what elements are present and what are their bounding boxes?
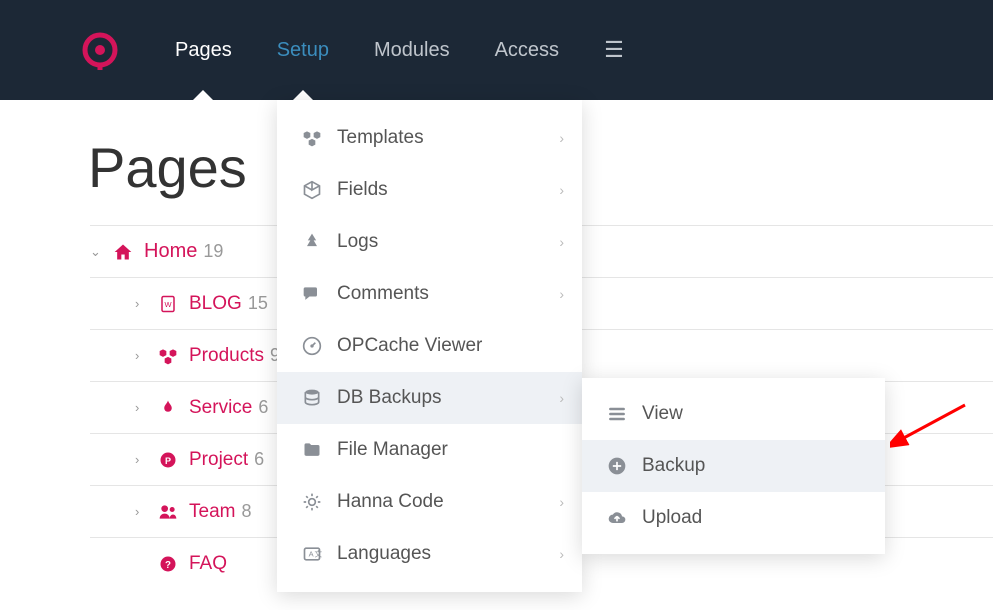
chevron-right-icon[interactable]: › bbox=[135, 452, 147, 467]
menu-languages[interactable]: A文 Languages › bbox=[277, 528, 582, 580]
comments-icon bbox=[299, 284, 325, 304]
home-icon bbox=[112, 242, 134, 262]
menu-label: DB Backups bbox=[337, 387, 442, 409]
tree-count: 6 bbox=[254, 449, 264, 470]
submenu-label: View bbox=[642, 403, 683, 425]
logo-icon[interactable] bbox=[80, 30, 120, 70]
tree-icon bbox=[299, 232, 325, 252]
submenu-view[interactable]: View bbox=[582, 388, 885, 440]
submenu-upload[interactable]: Upload bbox=[582, 492, 885, 544]
cubes-icon bbox=[157, 346, 179, 366]
tree-count: 19 bbox=[203, 241, 223, 262]
tree-count: 15 bbox=[248, 293, 268, 314]
chevron-right-icon: › bbox=[559, 182, 564, 198]
submenu-label: Backup bbox=[642, 455, 705, 477]
chevron-right-icon[interactable]: › bbox=[135, 296, 147, 311]
chevron-right-icon[interactable]: › bbox=[135, 504, 147, 519]
tree-count: 8 bbox=[241, 501, 251, 522]
top-navigation: Pages Setup Modules Access ☰ bbox=[0, 0, 993, 100]
setup-dropdown: Templates › Fields › Logs › Comments › O… bbox=[277, 100, 582, 592]
dashboard-icon bbox=[299, 336, 325, 356]
menu-label: Hanna Code bbox=[337, 491, 444, 513]
svg-text:P: P bbox=[165, 455, 171, 465]
svg-text:W: W bbox=[164, 300, 172, 309]
cloud-upload-icon bbox=[604, 508, 630, 528]
p-badge-icon: P bbox=[157, 451, 179, 469]
menu-filemanager[interactable]: File Manager bbox=[277, 424, 582, 476]
chevron-right-icon[interactable]: › bbox=[135, 348, 147, 363]
chevron-right-icon: › bbox=[559, 130, 564, 146]
dbbackups-submenu: View Backup Upload bbox=[582, 378, 885, 554]
cubes-icon bbox=[299, 128, 325, 148]
menu-label: Fields bbox=[337, 179, 388, 201]
menu-templates[interactable]: Templates › bbox=[277, 112, 582, 164]
cube-icon bbox=[299, 180, 325, 200]
svg-text:?: ? bbox=[165, 559, 171, 570]
nav-modules[interactable]: Modules bbox=[374, 0, 450, 100]
menu-dbbackups[interactable]: DB Backups › bbox=[277, 372, 582, 424]
language-icon: A文 bbox=[299, 544, 325, 564]
chevron-right-icon: › bbox=[559, 234, 564, 250]
menu-comments[interactable]: Comments › bbox=[277, 268, 582, 320]
tree-label: Service bbox=[189, 397, 252, 419]
svg-text:A: A bbox=[309, 550, 314, 559]
menu-opcache[interactable]: OPCache Viewer bbox=[277, 320, 582, 372]
chevron-right-icon: › bbox=[559, 494, 564, 510]
svg-text:文: 文 bbox=[315, 549, 323, 559]
menu-fields[interactable]: Fields › bbox=[277, 164, 582, 216]
menu-hannacode[interactable]: Hanna Code › bbox=[277, 476, 582, 528]
menu-label: Comments bbox=[337, 283, 429, 305]
menu-label: File Manager bbox=[337, 439, 448, 461]
folder-icon bbox=[299, 440, 325, 460]
nav-items: Pages Setup Modules Access ☰ bbox=[175, 0, 624, 100]
menu-label: Languages bbox=[337, 543, 431, 565]
list-icon bbox=[604, 404, 630, 424]
hamburger-icon[interactable]: ☰ bbox=[604, 37, 624, 63]
tree-label: Project bbox=[189, 449, 248, 471]
database-icon bbox=[299, 388, 325, 408]
leaf-icon bbox=[157, 399, 179, 417]
users-icon bbox=[157, 502, 179, 522]
chevron-right-icon: › bbox=[559, 546, 564, 562]
menu-label: Logs bbox=[337, 231, 378, 253]
nav-access[interactable]: Access bbox=[495, 0, 559, 100]
nav-pages[interactable]: Pages bbox=[175, 0, 232, 100]
tree-label: FAQ bbox=[189, 553, 227, 575]
menu-logs[interactable]: Logs › bbox=[277, 216, 582, 268]
chevron-down-icon[interactable]: ⌄ bbox=[90, 244, 102, 260]
nav-setup[interactable]: Setup bbox=[277, 0, 329, 100]
tree-label: BLOG bbox=[189, 293, 242, 315]
tree-label: Products bbox=[189, 345, 264, 367]
menu-label: OPCache Viewer bbox=[337, 335, 482, 357]
chevron-right-icon[interactable]: › bbox=[135, 400, 147, 415]
chevron-right-icon: › bbox=[559, 390, 564, 406]
question-icon: ? bbox=[157, 555, 179, 573]
chevron-right-icon: › bbox=[559, 286, 564, 302]
tree-count: 6 bbox=[258, 397, 268, 418]
document-icon: W bbox=[157, 295, 179, 313]
tree-label: Team bbox=[189, 501, 235, 523]
sun-icon bbox=[299, 492, 325, 512]
plus-circle-icon bbox=[604, 456, 630, 476]
tree-label: Home bbox=[144, 240, 197, 263]
submenu-backup[interactable]: Backup bbox=[582, 440, 885, 492]
submenu-label: Upload bbox=[642, 507, 702, 529]
menu-label: Templates bbox=[337, 127, 424, 149]
